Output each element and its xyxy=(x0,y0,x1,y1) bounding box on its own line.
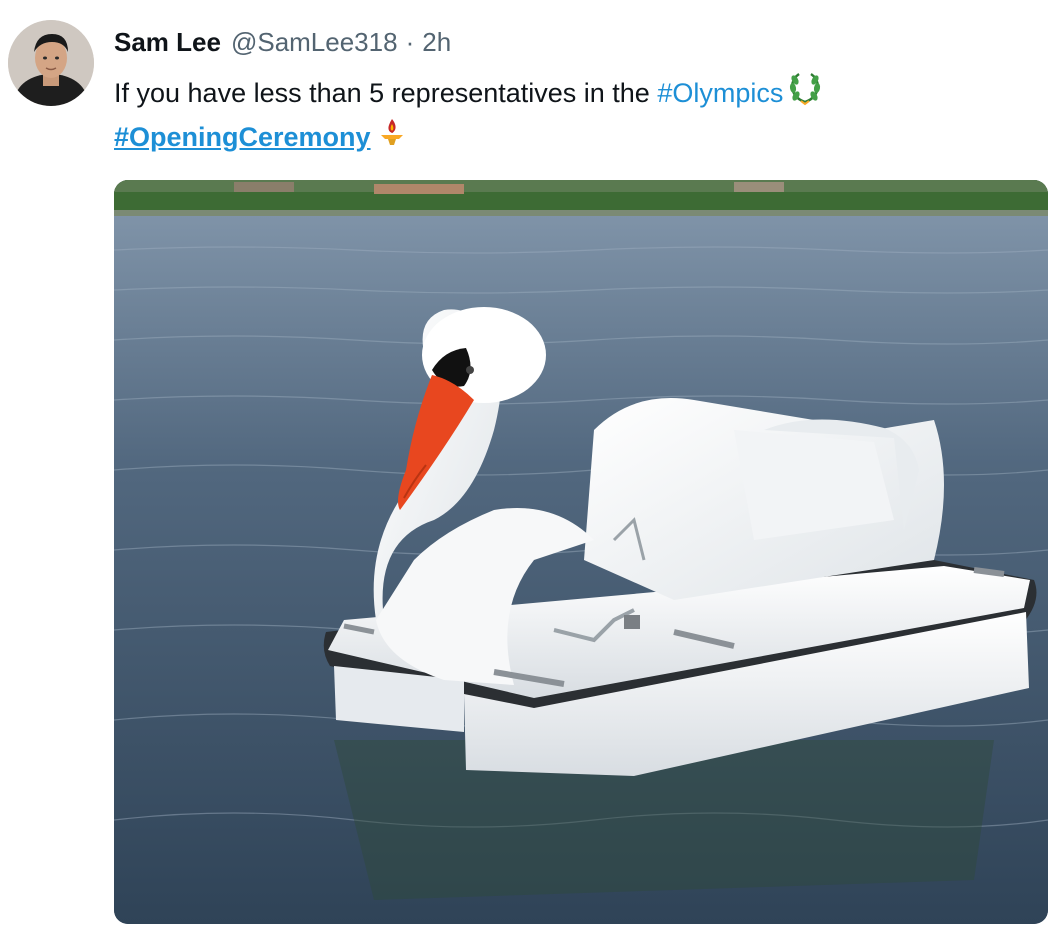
tweet-header: Sam Lee @SamLee318 · 2h xyxy=(114,24,451,60)
hashtag-opening-ceremony[interactable]: #OpeningCeremony xyxy=(114,119,371,155)
tweet-text-line-1: If you have less than 5 representatives … xyxy=(114,70,823,115)
tweet-photo[interactable] xyxy=(114,180,1048,924)
author-handle[interactable]: @SamLee318 xyxy=(231,27,398,58)
laurel-wreath-icon xyxy=(787,70,823,115)
avatar[interactable] xyxy=(8,20,94,106)
timestamp[interactable]: 2h xyxy=(422,27,451,58)
separator-dot: · xyxy=(405,26,415,57)
hashtag-olympics[interactable]: #Olympics xyxy=(657,75,783,111)
tweet[interactable]: Sam Lee @SamLee318 · 2h If you have less… xyxy=(0,0,1052,929)
olympic-torch-icon xyxy=(375,115,409,158)
author-name[interactable]: Sam Lee xyxy=(114,27,221,58)
tweet-text-line-2: #OpeningCeremony xyxy=(114,115,409,158)
tweet-text: If you have less than 5 representatives … xyxy=(114,77,658,108)
swan-boat-photo xyxy=(114,180,1048,924)
